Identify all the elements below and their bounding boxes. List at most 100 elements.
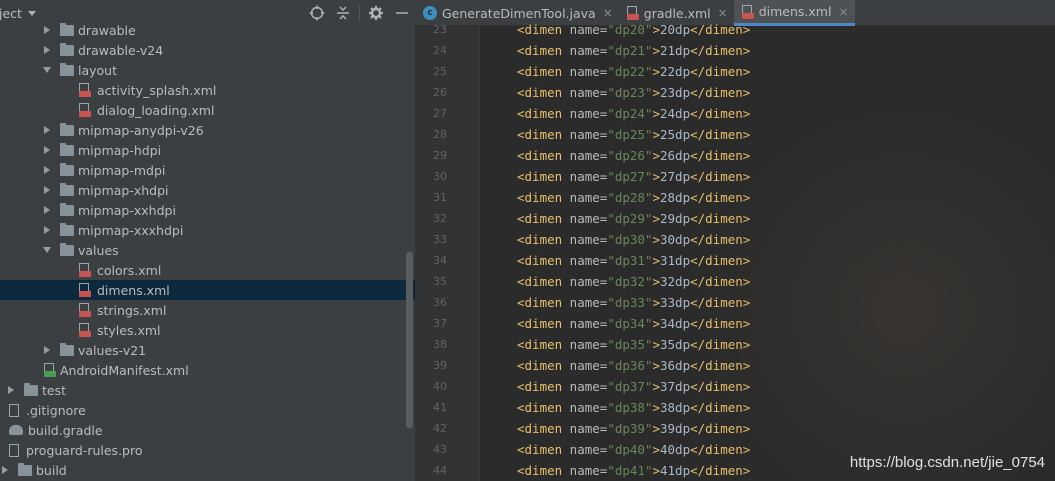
tree-item-label: test [42, 382, 67, 398]
xml-tag-open: <dimen [517, 211, 563, 226]
xml-attr-value: "dp41" [607, 463, 653, 478]
xml-tag-open: <dimen [517, 463, 563, 478]
tree-item-label: mipmap-mdpi [78, 162, 166, 178]
editor-scrollbar[interactable] [1043, 26, 1055, 481]
code-area[interactable]: 23 <dimen name="dp20">20dp</dimen> 24 <dime… [415, 19, 1055, 481]
code-line: 37 <dimen name="dp34">34dp</dimen> [415, 313, 1055, 334]
xml-tag-end: </dimen> [690, 22, 751, 37]
xml-attr-value: "dp34" [607, 316, 653, 331]
tree-item-label: values [78, 242, 119, 258]
chevron-down-icon[interactable] [42, 240, 52, 260]
tree-item[interactable]: mipmap-hdpi [0, 140, 415, 160]
folder-icon [60, 122, 74, 136]
folder-icon [60, 142, 74, 156]
folder-icon [60, 162, 74, 176]
tree-item[interactable]: test [0, 380, 415, 400]
tree-item[interactable]: drawable-v24 [0, 40, 415, 60]
tree-item-label: .gitignore [26, 402, 86, 418]
tree-item[interactable]: mipmap-anydpi-v26 [0, 120, 415, 140]
xml-tag-end: </dimen> [690, 169, 751, 184]
folder-icon [60, 182, 74, 196]
chevron-down-icon[interactable] [27, 10, 36, 16]
folder-icon [24, 382, 38, 396]
xml-tag-open: <dimen [517, 106, 563, 121]
xml-tag-close: > [652, 127, 660, 142]
tree-item-label: mipmap-hdpi [78, 142, 162, 158]
chevron-right-icon[interactable] [42, 40, 52, 60]
line-number: 31 [433, 191, 447, 204]
tree-item[interactable]: styles.xml [0, 320, 415, 340]
chevron-right-icon[interactable] [42, 220, 52, 240]
tree-item[interactable]: activity_splash.xml [0, 80, 415, 100]
tree-item[interactable]: mipmap-mdpi [0, 160, 415, 180]
tree-item[interactable]: mipmap-xhdpi [0, 180, 415, 200]
code-text: <dimen name="dp24">24dp</dimen> [517, 106, 750, 121]
line-number: 35 [433, 275, 447, 288]
folder-icon [18, 462, 32, 476]
code-text: <dimen name="dp29">29dp</dimen> [517, 211, 750, 226]
xml-attr: name= [562, 190, 608, 205]
chevron-right-icon[interactable] [0, 460, 10, 480]
xml-attr: name= [562, 316, 608, 331]
chevron-right-icon[interactable] [42, 200, 52, 220]
chevron-right-icon[interactable] [42, 180, 52, 200]
folder-icon [60, 222, 74, 236]
chevron-right-icon[interactable] [42, 340, 52, 360]
arrow-glyph [44, 26, 50, 34]
xml-attr-value: "dp23" [607, 85, 653, 100]
xml-tag-close: > [652, 400, 660, 415]
project-title[interactable]: ject [0, 6, 22, 21]
tree-item[interactable]: build.gradle [0, 420, 415, 440]
code-line: 32 <dimen name="dp29">29dp</dimen> [415, 208, 1055, 229]
project-tree: drawable drawable-v24 layout activity_splas… [0, 20, 415, 480]
xml-text-value: 34dp [660, 316, 691, 331]
tree-item[interactable]: mipmap-xxhdpi [0, 200, 415, 220]
tree-item[interactable]: colors.xml [0, 260, 415, 280]
close-icon[interactable]: × [718, 6, 728, 20]
close-icon[interactable]: × [603, 6, 613, 20]
chevron-right-icon[interactable] [42, 140, 52, 160]
collapse-all-icon [337, 6, 349, 20]
arrow-glyph [43, 247, 51, 253]
close-icon[interactable]: × [838, 5, 848, 19]
code-line: 41 <dimen name="dp38">38dp</dimen> [415, 397, 1055, 418]
line-number: 38 [433, 338, 447, 351]
chevron-down-icon[interactable] [42, 60, 52, 80]
xml-tag-open: <dimen [517, 316, 563, 331]
xml-tag-end: </dimen> [690, 43, 751, 58]
chevron-right-icon[interactable] [42, 160, 52, 180]
chevron-right-icon[interactable] [6, 380, 16, 400]
xml-file-tag [79, 111, 91, 117]
tree-item[interactable]: values [0, 240, 415, 260]
tree-item[interactable]: values-v21 [0, 340, 415, 360]
xml-text-value: 35dp [660, 337, 691, 352]
xml-attr: name= [562, 106, 608, 121]
tree-item[interactable]: proguard-rules.pro [0, 440, 415, 460]
tree-item[interactable]: strings.xml [0, 300, 415, 320]
tree-item[interactable]: mipmap-xxxhdpi [0, 220, 415, 240]
xml-attr-value: "dp28" [607, 190, 653, 205]
project-scrollbar[interactable] [406, 252, 413, 428]
manifest-file-tag [44, 371, 56, 377]
xml-attr: name= [562, 211, 608, 226]
tree-item[interactable]: dimens.xml [0, 280, 415, 300]
xml-tag-close: > [652, 442, 660, 457]
tree-item[interactable]: drawable [0, 20, 415, 40]
xml-tag-end: </dimen> [690, 379, 751, 394]
tree-item-label: mipmap-xxxhdpi [78, 222, 184, 238]
tree-item[interactable]: AndroidManifest.xml [0, 360, 415, 380]
tree-item[interactable]: build [0, 460, 415, 480]
xml-tag-end: </dimen> [690, 295, 751, 310]
code-text: <dimen name="dp36">36dp</dimen> [517, 358, 750, 373]
chevron-right-icon[interactable] [42, 20, 52, 40]
xml-tag-close: > [652, 85, 660, 100]
code-text: <dimen name="dp37">37dp</dimen> [517, 379, 750, 394]
tree-item[interactable]: .gitignore [0, 400, 415, 420]
folder-icon [60, 202, 74, 216]
code-text: <dimen name="dp34">34dp</dimen> [517, 316, 750, 331]
chevron-right-icon[interactable] [42, 120, 52, 140]
tree-item[interactable]: dialog_loading.xml [0, 100, 415, 120]
folder-icon [60, 242, 74, 256]
xml-file-tag [79, 91, 91, 97]
tree-item[interactable]: layout [0, 60, 415, 80]
